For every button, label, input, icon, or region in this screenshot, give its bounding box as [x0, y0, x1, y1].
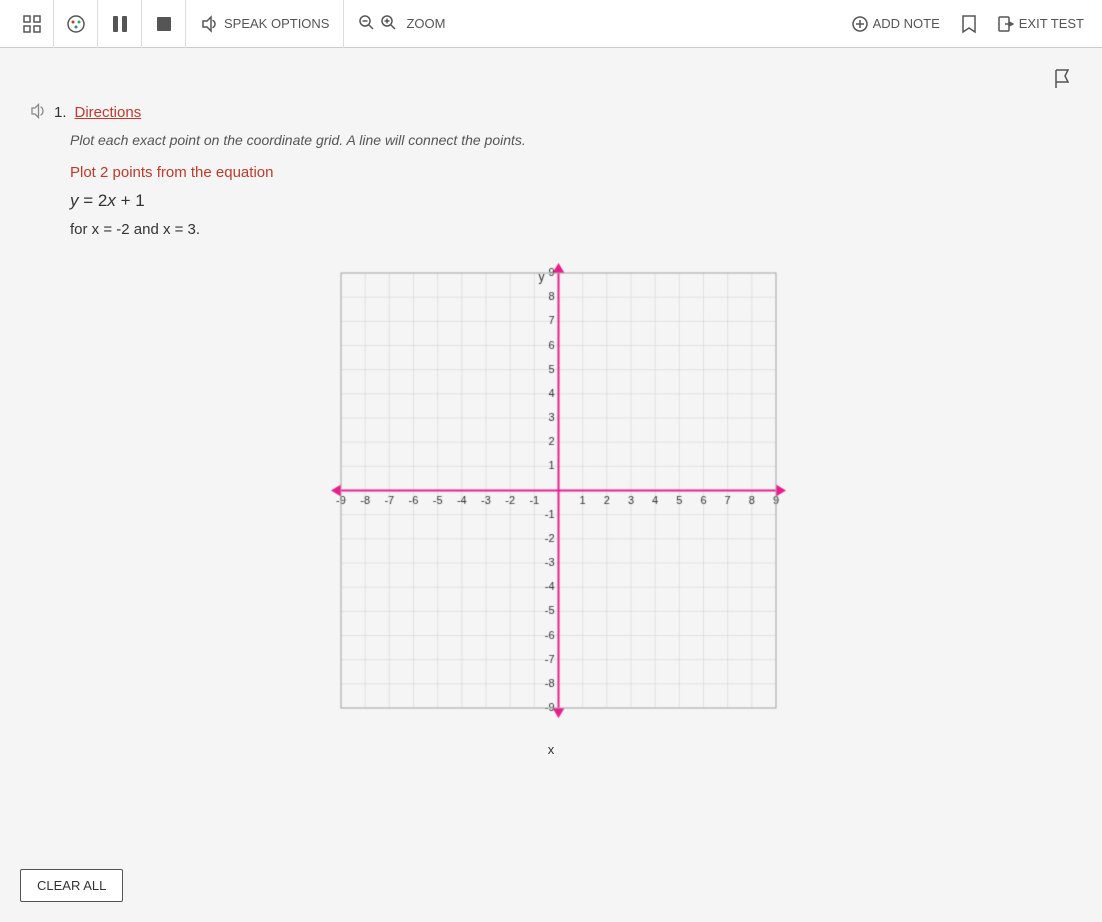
question-speak-icon[interactable]: [30, 103, 46, 122]
grid-container: x: [30, 258, 1072, 757]
pause-icon-btn[interactable]: [98, 0, 142, 48]
toolbar: SPEAK OPTIONS ZOOM: [0, 0, 1102, 48]
speak-options-btn[interactable]: SPEAK OPTIONS: [186, 0, 344, 48]
equation: y = 2x + 1: [70, 191, 1072, 211]
palette-icon-btn[interactable]: [54, 0, 98, 48]
toolbar-right: ADD NOTE EXIT TEST: [844, 12, 1092, 36]
main-content: 1. Directions Plot each exact point on t…: [0, 48, 1102, 922]
question-number: 1.: [54, 104, 67, 121]
speak-options-label: SPEAK OPTIONS: [224, 16, 329, 31]
grid-wrapper: x: [311, 258, 791, 757]
question-header: 1. Directions: [30, 103, 1072, 122]
exit-test-label: EXIT TEST: [1019, 16, 1084, 31]
zoom-out-icon[interactable]: [358, 14, 374, 33]
for-x-text: for x = -2 and x = 3.: [70, 221, 1072, 238]
plot-instruction: Plot 2 points from the equation: [70, 164, 1072, 181]
stop-icon-btn[interactable]: [142, 0, 186, 48]
directions-text: Plot each exact point on the coordinate …: [70, 132, 1072, 148]
flag-container: [30, 68, 1072, 95]
add-note-label: ADD NOTE: [873, 16, 940, 31]
flag-icon[interactable]: [1052, 68, 1072, 95]
zoom-section: ZOOM: [344, 0, 459, 48]
exit-test-btn[interactable]: EXIT TEST: [990, 12, 1092, 36]
toolbar-left: SPEAK OPTIONS ZOOM: [10, 0, 844, 48]
grid-icon-btn[interactable]: [10, 0, 54, 48]
clear-all-button[interactable]: CLEAR ALL: [20, 869, 123, 902]
add-note-btn[interactable]: ADD NOTE: [844, 12, 948, 36]
zoom-in-icon[interactable]: [380, 14, 396, 33]
x-axis-label: x: [311, 742, 791, 757]
coordinate-grid[interactable]: [311, 258, 791, 738]
bottom-bar: CLEAR ALL: [20, 869, 123, 902]
directions-link[interactable]: Directions: [75, 104, 142, 121]
bookmark-btn[interactable]: [960, 14, 978, 34]
zoom-label: ZOOM: [406, 16, 445, 31]
